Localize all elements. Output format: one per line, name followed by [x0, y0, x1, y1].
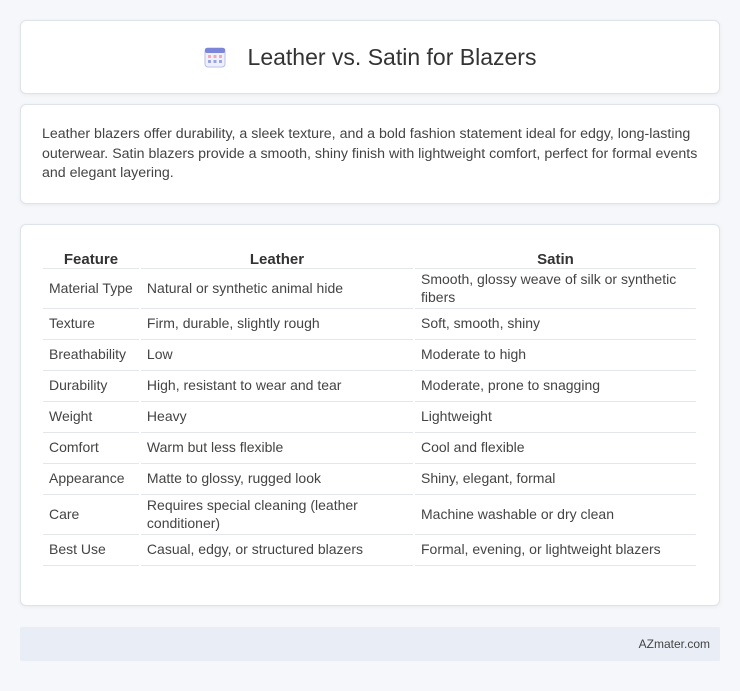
- cell-satin: Soft, smooth, shiny: [415, 309, 696, 340]
- cell-leather: Matte to glossy, rugged look: [140, 464, 413, 495]
- intro-paragraph: Leather blazers offer durability, a slee…: [42, 126, 698, 182]
- cell-feature: Material Type: [43, 269, 139, 309]
- comparison-table: Feature Leather Satin Material Type Natu…: [41, 247, 698, 566]
- table-row: Texture Firm, durable, slightly rough So…: [43, 309, 696, 340]
- table-header-row: Feature Leather Satin: [43, 247, 696, 269]
- cell-feature: Breathability: [43, 340, 139, 371]
- header-leather: Leather: [140, 247, 413, 269]
- header-feature: Feature: [43, 247, 139, 269]
- table-row: Comfort Warm but less flexible Cool and …: [43, 433, 696, 464]
- table-row: Durability High, resistant to wear and t…: [43, 371, 696, 402]
- cell-feature: Comfort: [43, 433, 139, 464]
- header-satin: Satin: [415, 247, 696, 269]
- page-title: Leather vs. Satin for Blazers: [247, 43, 537, 70]
- cell-feature: Weight: [43, 402, 139, 433]
- cell-feature: Texture: [43, 309, 139, 340]
- cell-leather: Requires special cleaning (leather condi…: [140, 495, 413, 535]
- cell-leather: Low: [140, 340, 413, 371]
- cell-satin: Smooth, glossy weave of silk or syntheti…: [415, 269, 696, 309]
- cell-satin: Moderate to high: [415, 340, 696, 371]
- cell-leather: High, resistant to wear and tear: [140, 371, 413, 402]
- table-row: Weight Heavy Lightweight: [43, 402, 696, 433]
- table-row: Care Requires special cleaning (leather …: [43, 495, 696, 535]
- cell-leather: Casual, edgy, or structured blazers: [140, 535, 413, 566]
- cell-satin: Formal, evening, or lightweight blazers: [415, 535, 696, 566]
- cell-leather: Heavy: [140, 402, 413, 433]
- cell-satin: Lightweight: [415, 402, 696, 433]
- cell-leather: Warm but less flexible: [140, 433, 413, 464]
- calendar-icon: [204, 46, 226, 68]
- cell-feature: Care: [43, 495, 139, 535]
- cell-feature: Best Use: [43, 535, 139, 566]
- intro-card: Leather blazers offer durability, a slee…: [20, 104, 720, 204]
- cell-satin: Machine washable or dry clean: [415, 495, 696, 535]
- title-wrap: Leather vs. Satin for Blazers: [204, 43, 537, 71]
- cell-leather: Natural or synthetic animal hide: [140, 269, 413, 309]
- table-row: Material Type Natural or synthetic anima…: [43, 269, 696, 309]
- cell-feature: Appearance: [43, 464, 139, 495]
- cell-satin: Cool and flexible: [415, 433, 696, 464]
- comparison-card: Feature Leather Satin Material Type Natu…: [20, 224, 720, 606]
- cell-leather: Firm, durable, slightly rough: [140, 309, 413, 340]
- cell-satin: Shiny, elegant, formal: [415, 464, 696, 495]
- title-card: Leather vs. Satin for Blazers: [20, 20, 720, 94]
- footer-bar: AZmater.com: [20, 627, 720, 661]
- table-row: Breathability Low Moderate to high: [43, 340, 696, 371]
- footer-site-name: AZmater.com: [638, 637, 710, 651]
- table-row: Appearance Matte to glossy, rugged look …: [43, 464, 696, 495]
- cell-feature: Durability: [43, 371, 139, 402]
- table-row: Best Use Casual, edgy, or structured bla…: [43, 535, 696, 566]
- cell-satin: Moderate, prone to snagging: [415, 371, 696, 402]
